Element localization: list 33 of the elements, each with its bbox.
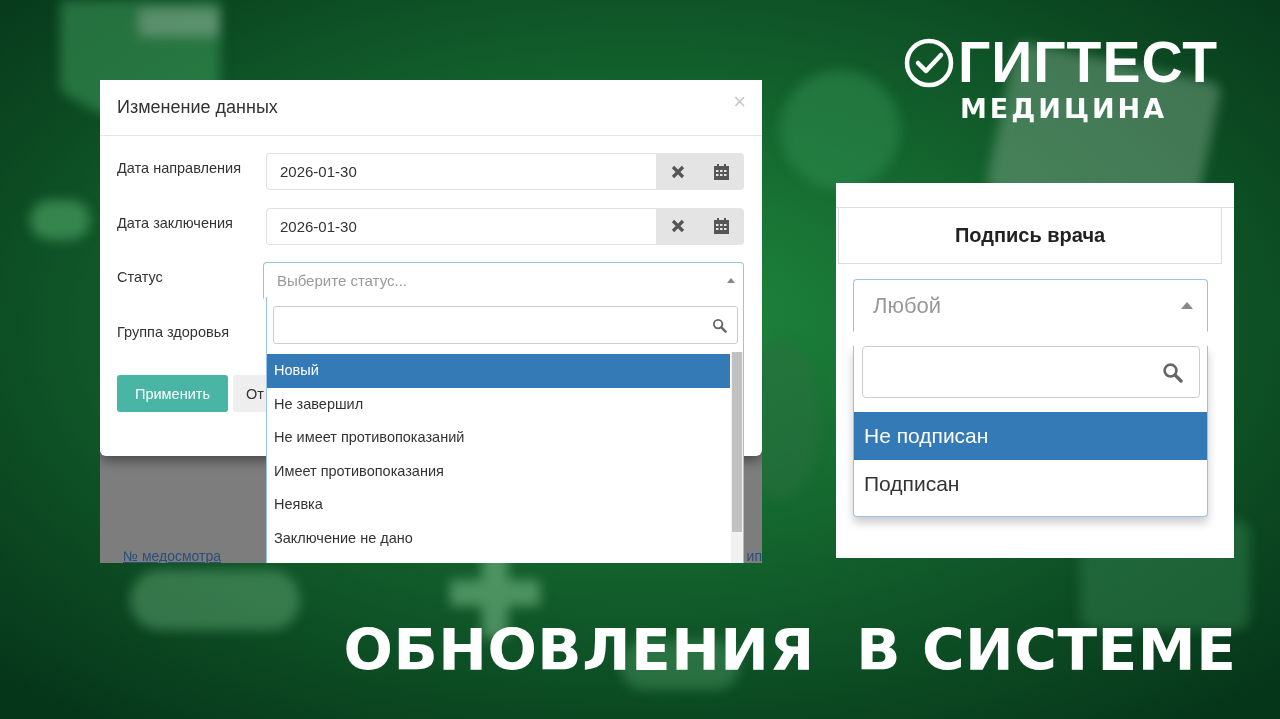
clear-icon[interactable]: [670, 219, 685, 233]
brand-name: ГИГТЕСТ: [958, 34, 1218, 91]
search-icon: [1162, 361, 1183, 383]
dropdown-option[interactable]: Заключение не дано: [267, 521, 730, 555]
cancel-button[interactable]: От: [233, 375, 267, 412]
field-label: Дата направления: [117, 159, 243, 176]
field-label: Статус: [117, 268, 164, 285]
dialog-title: Изменение данных: [117, 97, 278, 118]
headline: ОБНОВЛЕНИЯ В СИСТЕМЕ: [343, 622, 1236, 679]
search-icon: [712, 317, 727, 333]
column-header: ип: [746, 549, 762, 563]
dropdown-option[interactable]: Не имеет противопоказаний: [267, 421, 730, 455]
dropdown-option[interactable]: Не завершил: [267, 387, 730, 421]
check-circle-icon: [904, 37, 954, 88]
column-header: Подпись врача: [954, 224, 1106, 247]
calendar-icon[interactable]: [714, 163, 730, 180]
date-field[interactable]: 2026-01-30: [266, 153, 656, 190]
date-field[interactable]: 2026-01-30: [266, 207, 656, 245]
caret-icon: [727, 278, 735, 283]
scrollbar[interactable]: [731, 352, 743, 563]
field-label: Группа здоровья: [117, 322, 231, 340]
dropdown-option[interactable]: Новый: [267, 354, 730, 388]
caret-icon: [1181, 302, 1193, 309]
dropdown-option[interactable]: Неявка: [267, 488, 730, 522]
search-field[interactable]: [862, 346, 1200, 398]
dropdown-option[interactable]: Имеет противопоказания: [267, 454, 730, 488]
dropdown-option[interactable]: Не подписан: [854, 412, 1207, 460]
clear-icon[interactable]: [670, 164, 685, 179]
dropdown-option[interactable]: Подписан: [854, 460, 1207, 508]
brand-subtitle: МЕДИЦИНА: [960, 95, 1169, 122]
field-label: Дата заключения: [117, 213, 234, 231]
search-field[interactable]: [273, 306, 738, 344]
calendar-icon[interactable]: [714, 218, 730, 234]
